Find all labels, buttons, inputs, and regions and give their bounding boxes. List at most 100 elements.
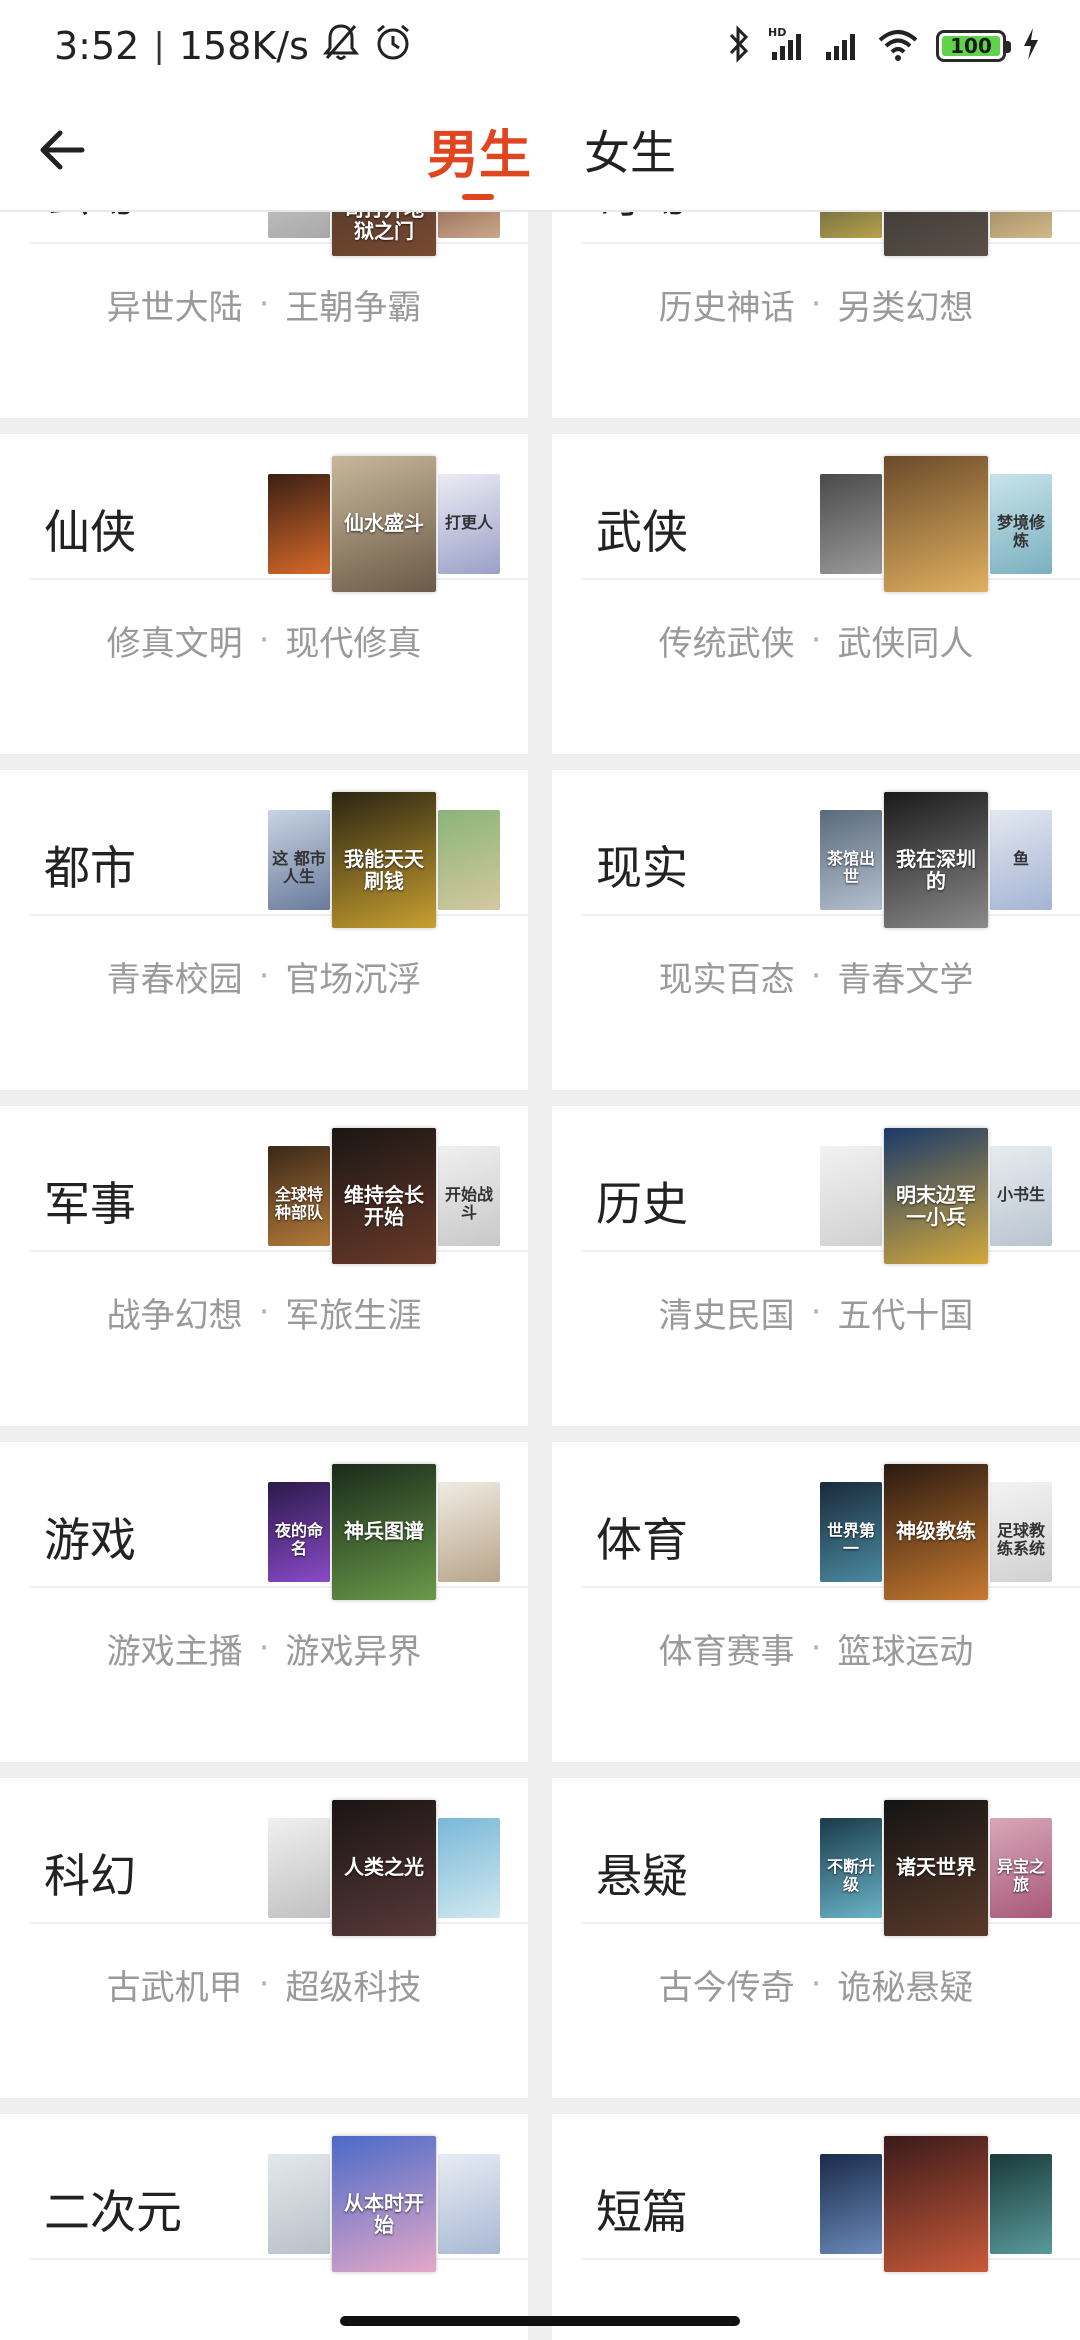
tag-separator: · xyxy=(810,284,822,324)
subcategory-tags: 传统武侠 · 武侠同人 xyxy=(552,610,1080,670)
book-cover-title: 足球教练系统 xyxy=(996,1521,1045,1558)
book-cover-title: 夜的命名 xyxy=(274,1521,323,1558)
book-covers: 圣光巫界征途 xyxy=(820,212,1052,256)
category-card[interactable]: 武侠 梦境修炼 传统武侠 · 武侠同人 xyxy=(552,434,1080,754)
home-indicator[interactable] xyxy=(340,2316,740,2326)
subcategory-tag[interactable]: 超级科技 xyxy=(285,1960,421,2009)
subcategory-tag[interactable]: 修真文明 xyxy=(107,616,243,665)
category-card[interactable]: 玄幻 我在镇夜司打开地狱之门异世大陆 · 王朝争霸 xyxy=(0,212,528,418)
book-cover: 从本时开始 xyxy=(332,2136,436,2272)
subcategory-tags: 现实百态 · 青春文学 xyxy=(552,946,1080,1006)
book-cover-title: 神兵图谱 xyxy=(344,1519,424,1543)
category-card[interactable]: 二次元 从本时开始 xyxy=(0,2114,528,2340)
book-covers: 我在镇夜司打开地狱之门 xyxy=(268,212,500,256)
book-covers: 世界第一 神级教练 足球教练系统 xyxy=(820,1464,1052,1600)
subcategory-tag[interactable]: 青春文学 xyxy=(837,952,973,1001)
card-divider xyxy=(582,914,1080,916)
book-cover xyxy=(268,474,330,574)
tab-female[interactable]: 女生 xyxy=(580,110,680,190)
subcategory-tag[interactable]: 王朝争霸 xyxy=(285,280,421,329)
subcategory-tag[interactable]: 体育赛事 xyxy=(659,1624,795,1673)
category-name: 二次元 xyxy=(44,2185,182,2239)
book-cover-title: 诸天世界 xyxy=(896,1855,976,1879)
category-card[interactable]: 悬疑 不断升级 诸天世界 异宝之旅 古今传奇 · 诡秘悬疑 xyxy=(552,1778,1080,2098)
subcategory-tag[interactable]: 游戏异界 xyxy=(285,1624,421,1673)
category-card[interactable]: 现实 茶馆出世 我在深圳的 鱼现实百态 · 青春文学 xyxy=(552,770,1080,1090)
subcategory-tag[interactable]: 古今传奇 xyxy=(659,1960,795,2009)
subcategory-tag[interactable]: 古武机甲 xyxy=(107,1960,243,2009)
subcategory-tags: 历史神话 · 另类幻想 xyxy=(552,274,1080,334)
status-left: 3:52 | 158K/s xyxy=(54,20,413,72)
subcategory-tag[interactable]: 传统武侠 xyxy=(659,616,795,665)
tag-separator: · xyxy=(258,620,270,660)
book-cover-title: 明末边军一小兵 xyxy=(896,1183,976,1229)
subcategory-tag[interactable]: 现代修真 xyxy=(285,616,421,665)
tag-separator: · xyxy=(810,620,822,660)
signal-icon xyxy=(824,24,860,68)
alarm-icon xyxy=(373,22,413,71)
category-card[interactable]: 短篇 xyxy=(552,2114,1080,2340)
subcategory-tag[interactable]: 武侠同人 xyxy=(837,616,973,665)
subcategory-tag[interactable]: 游戏主播 xyxy=(107,1624,243,1673)
network-speed: 158K/s xyxy=(178,24,309,68)
subcategory-tag[interactable]: 战争幻想 xyxy=(107,1288,243,1337)
category-card[interactable]: 都市 这 都市 人生 我能天天刷钱 青春校园 · 官场沉浮 xyxy=(0,770,528,1090)
tag-separator: · xyxy=(810,1292,822,1332)
book-covers: 从本时开始 xyxy=(268,2136,500,2272)
back-button[interactable] xyxy=(26,114,98,186)
card-divider xyxy=(30,2258,528,2260)
tab-male[interactable]: 男生 xyxy=(420,110,538,190)
book-cover xyxy=(884,2136,988,2272)
book-cover: 全球特种部队 xyxy=(268,1146,330,1246)
card-divider xyxy=(30,1922,528,1924)
book-cover: 世界第一 xyxy=(820,1482,882,1582)
book-cover xyxy=(438,1482,500,1582)
active-tab-indicator xyxy=(462,194,494,200)
book-covers xyxy=(820,2136,1052,2272)
category-card[interactable]: 历史 明末边军一小兵 小书生 清史民国 · 五代十国 xyxy=(552,1106,1080,1426)
subcategory-tag[interactable]: 现实百态 xyxy=(659,952,795,1001)
subcategory-tag[interactable]: 青春校园 xyxy=(107,952,243,1001)
book-cover: 诸天世界 xyxy=(884,1800,988,1936)
subcategory-tag[interactable]: 诡秘悬疑 xyxy=(837,1960,973,2009)
subcategory-tag[interactable]: 军旅生涯 xyxy=(285,1288,421,1337)
category-card[interactable]: 体育 世界第一 神级教练 足球教练系统 体育赛事 · 篮球运动 xyxy=(552,1442,1080,1762)
category-card[interactable]: 仙侠 仙水盛斗 打更人 修真文明 · 现代修真 xyxy=(0,434,528,754)
category-card[interactable]: 军事 全球特种部队 维持会长开始 开始战斗 战争幻想 · 军旅生涯 xyxy=(0,1106,528,1426)
subcategory-tags: 游戏主播 · 游戏异界 xyxy=(0,1618,528,1678)
subcategory-tag[interactable]: 另类幻想 xyxy=(837,280,973,329)
category-grid: 玄幻 我在镇夜司打开地狱之门异世大陆 · 王朝争霸 奇幻 圣光巫界征途历史神话 · 另类幻想仙… xyxy=(0,212,1080,2340)
status-right: HD 100 xyxy=(726,20,1040,72)
subcategory-tag[interactable]: 官场沉浮 xyxy=(285,952,421,1001)
status-bar: 3:52 | 158K/s HD 100 xyxy=(0,0,1080,92)
status-separator: | xyxy=(153,26,165,66)
category-card[interactable]: 游戏 夜的命名 神兵图谱 游戏主播 · 游戏异界 xyxy=(0,1442,528,1762)
book-cover: 我在镇夜司打开地狱之门 xyxy=(332,212,436,256)
book-cover xyxy=(438,2154,500,2254)
arrow-left-icon xyxy=(40,130,85,170)
book-cover: 不断升级 xyxy=(820,1818,882,1918)
book-covers: 人类之光 xyxy=(268,1800,500,1936)
book-cover-title: 鱼 xyxy=(1012,849,1029,868)
category-name: 玄幻 xyxy=(44,212,136,226)
subcategory-tag[interactable]: 篮球运动 xyxy=(837,1624,973,1673)
subcategory-tag[interactable]: 五代十国 xyxy=(837,1288,973,1337)
book-covers: 夜的命名 神兵图谱 xyxy=(268,1464,500,1600)
subcategory-tag[interactable]: 清史民国 xyxy=(659,1288,795,1337)
book-cover-title: 打更人 xyxy=(444,513,493,532)
book-cover xyxy=(438,1818,500,1918)
book-cover: 鱼 xyxy=(990,810,1052,910)
card-divider xyxy=(30,242,528,244)
book-cover-title: 不断升级 xyxy=(826,1857,875,1894)
subcategory-tag[interactable]: 异世大陆 xyxy=(107,280,243,329)
charging-icon xyxy=(1022,26,1040,66)
book-cover: 异宝之旅 xyxy=(990,1818,1052,1918)
category-card[interactable]: 奇幻 圣光巫界征途历史神话 · 另类幻想 xyxy=(552,212,1080,418)
book-cover-title: 我能天天刷钱 xyxy=(344,847,424,893)
book-cover: 足球教练系统 xyxy=(990,1482,1052,1582)
category-card[interactable]: 科幻 人类之光 古武机甲 · 超级科技 xyxy=(0,1778,528,2098)
book-cover: 开始战斗 xyxy=(438,1146,500,1246)
tag-separator: · xyxy=(258,956,270,996)
subcategory-tags: 异世大陆 · 王朝争霸 xyxy=(0,274,528,334)
subcategory-tag[interactable]: 历史神话 xyxy=(659,280,795,329)
